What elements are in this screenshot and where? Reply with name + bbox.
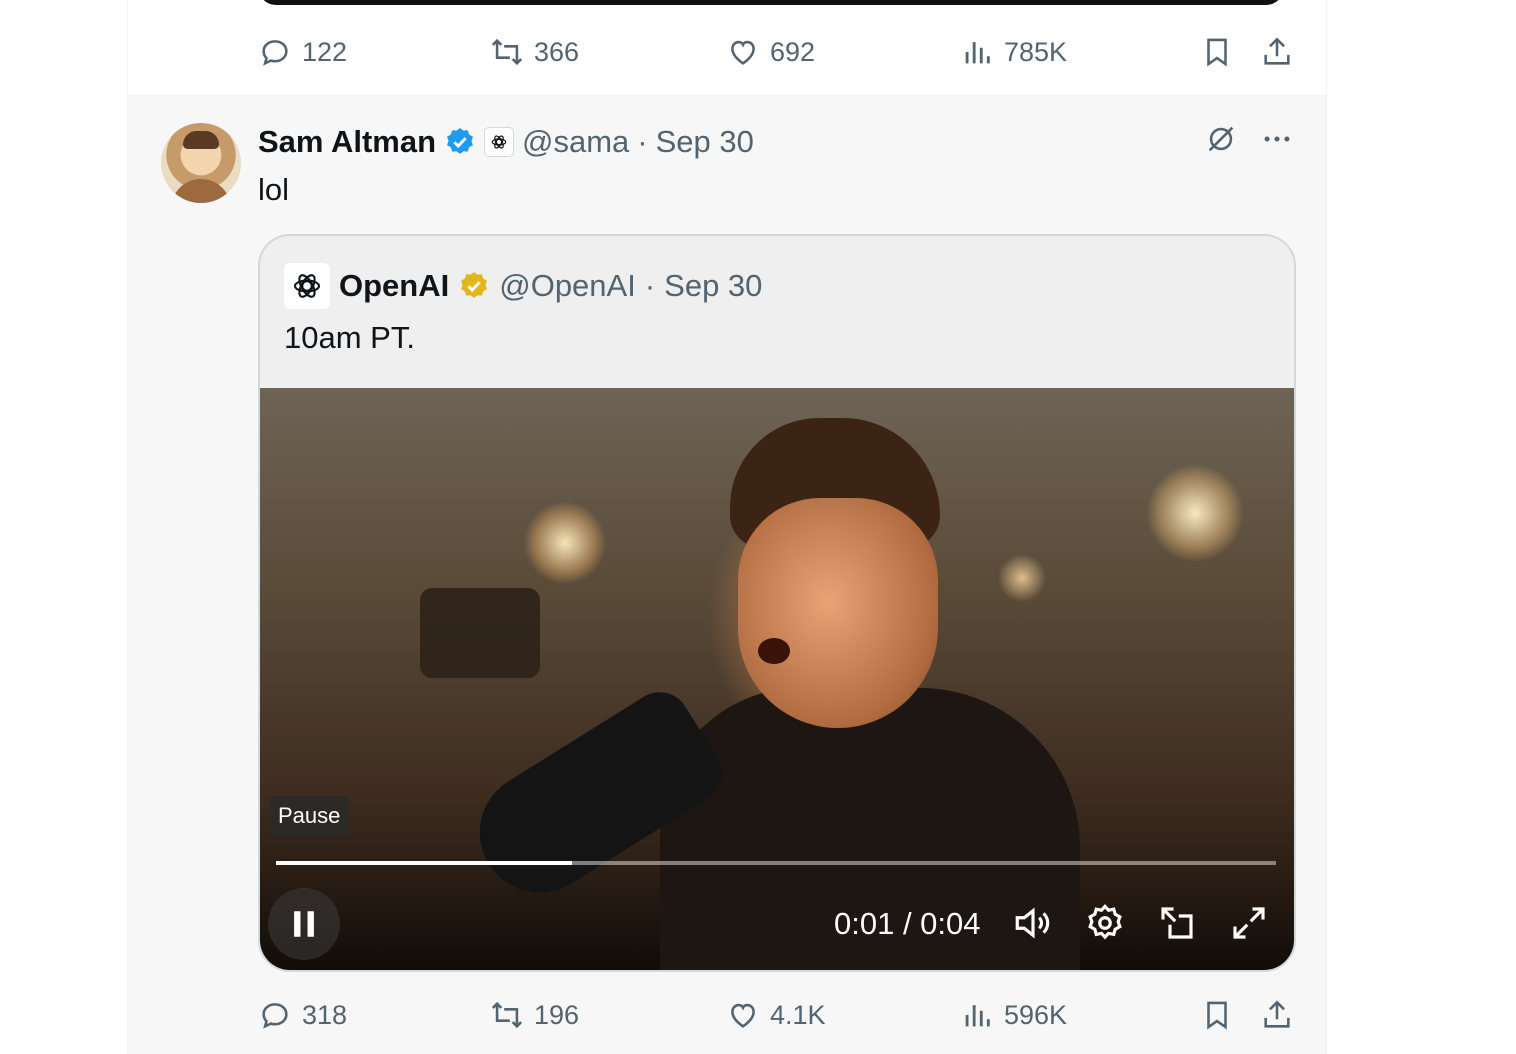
fullscreen-icon	[1233, 907, 1265, 939]
reply-button[interactable]: 122	[258, 32, 347, 72]
share-icon	[1264, 1000, 1290, 1028]
volume-button[interactable]	[1012, 902, 1054, 944]
grok-icon	[1208, 126, 1234, 152]
avatar-hair	[183, 131, 219, 149]
heart-icon	[731, 40, 755, 65]
affiliate-badge[interactable]	[484, 127, 515, 157]
author-handle[interactable]: @sama	[522, 124, 629, 160]
separator: ·	[644, 268, 656, 303]
like-button[interactable]: 4.1K	[726, 995, 826, 1035]
reply-button[interactable]: 318	[258, 995, 347, 1035]
views-button[interactable]: 596K	[960, 995, 1067, 1035]
views-icon	[965, 1005, 990, 1027]
share-button[interactable]	[1260, 995, 1294, 1035]
video-frame-face	[738, 498, 938, 728]
previous-tweet: 122 366 692 785K	[128, 0, 1326, 96]
bookmark-button[interactable]	[1200, 32, 1234, 72]
author-name[interactable]: Sam Altman	[258, 124, 436, 160]
previous-tweet-media[interactable]	[258, 0, 1284, 5]
share-button[interactable]	[1260, 32, 1294, 72]
retweet-icon	[491, 1001, 523, 1029]
views-button[interactable]: 785K	[960, 32, 1067, 72]
quoted-tweet-text: 10am PT.	[284, 320, 415, 355]
separator: ·	[637, 124, 648, 159]
verified-org-badge	[458, 270, 490, 302]
tweet-date[interactable]: Sep 30	[656, 124, 754, 160]
tweet-text: lol	[258, 172, 290, 207]
retweet-button[interactable]: 196	[490, 995, 579, 1035]
bookmark-button[interactable]	[1200, 995, 1234, 1035]
quoted-avatar[interactable]	[284, 263, 330, 309]
heart-icon	[731, 1003, 755, 1028]
tweet-top-actions	[1204, 122, 1294, 161]
pause-icon	[294, 911, 314, 937]
fullscreen-button[interactable]	[1228, 902, 1270, 944]
video-time: 0:01 / 0:04	[834, 906, 981, 941]
tweet[interactable]: Sam Altman @sama · Sep 30 lol OpenAI @Op…	[128, 96, 1326, 1054]
verified-check-icon	[447, 128, 473, 154]
quoted-tweet-header: OpenAI @OpenAI · Sep 30	[284, 262, 762, 310]
quoted-author-name[interactable]: OpenAI	[339, 268, 449, 304]
share-icon	[1264, 37, 1290, 65]
grok-button[interactable]	[1204, 122, 1238, 161]
retweet-button[interactable]: 366	[490, 32, 579, 72]
tweet-header: Sam Altman @sama · Sep 30	[258, 124, 754, 160]
bookmark-icon	[1207, 1001, 1227, 1030]
openai-logo-icon	[293, 274, 321, 298]
verified-badge	[444, 126, 476, 158]
avatar[interactable]	[161, 123, 241, 203]
retweet-count: 196	[534, 999, 580, 1030]
more-button[interactable]	[1260, 122, 1294, 161]
like-count: 692	[770, 36, 816, 67]
quoted-tweet-date[interactable]: Sep 30	[664, 268, 762, 304]
pip-icon	[1161, 907, 1193, 939]
video-player[interactable]: Pause 0:01 / 0:04	[260, 388, 1294, 970]
views-icon	[965, 42, 990, 64]
openai-logo-icon	[491, 135, 507, 149]
volume-icon	[1015, 907, 1050, 939]
views-count: 785K	[1004, 36, 1068, 67]
gear-icon	[1088, 904, 1122, 940]
pause-button[interactable]	[268, 888, 340, 960]
verified-gold-icon	[461, 272, 488, 298]
bookmark-icon	[1207, 38, 1227, 67]
video-progress-fill	[276, 861, 572, 865]
avatar-shirt	[171, 179, 231, 203]
quoted-tweet[interactable]: OpenAI @OpenAI · Sep 30 10am PT. Pause 0…	[258, 234, 1296, 972]
reply-count: 318	[302, 999, 348, 1030]
reply-icon	[262, 1003, 288, 1029]
video-frame-camera	[420, 588, 540, 678]
like-button[interactable]: 692	[726, 32, 815, 72]
timeline-feed: 122 366 692 785K Sam Altman @sama · Sep …	[127, 0, 1327, 1054]
retweet-count: 366	[534, 36, 580, 67]
more-icon	[1264, 136, 1290, 142]
video-progress-bar[interactable]	[276, 861, 1276, 865]
reply-icon	[262, 40, 288, 66]
views-count: 596K	[1004, 999, 1068, 1030]
settings-button[interactable]	[1084, 902, 1126, 944]
retweet-icon	[491, 38, 523, 66]
picture-in-picture-button[interactable]	[1156, 902, 1198, 944]
like-count: 4.1K	[770, 999, 826, 1030]
reply-count: 122	[302, 36, 348, 67]
previous-tweet-actions: 122 366 692 785K	[258, 32, 1294, 72]
pause-tooltip: Pause	[270, 796, 349, 836]
video-frame-mouth	[758, 638, 790, 664]
quoted-author-handle[interactable]: @OpenAI	[499, 268, 636, 304]
tweet-actions: 318 196 4.1K 596K	[258, 995, 1294, 1035]
